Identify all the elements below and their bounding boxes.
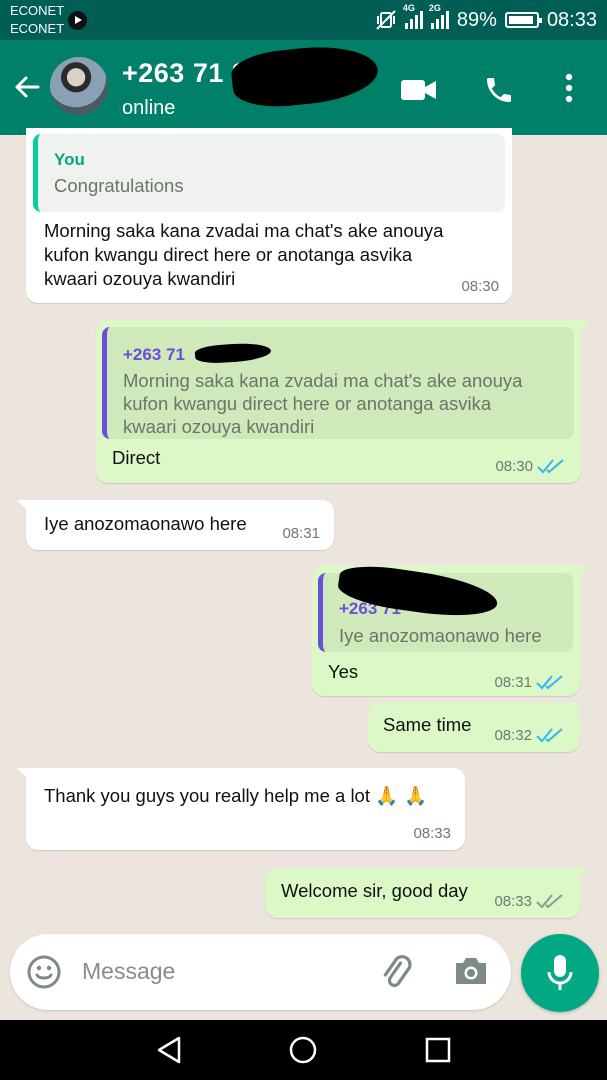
attach-icon[interactable] — [376, 952, 416, 992]
message-composer[interactable]: Message — [10, 934, 511, 1010]
battery-icon — [504, 12, 542, 28]
play-notification-icon — [68, 11, 87, 30]
status-indicators: 4G 2G 89% 08:33 — [375, 3, 597, 34]
message-time: 08:31 — [494, 674, 532, 691]
message-outgoing-4[interactable]: Welcome sir, good day 08:33 — [265, 868, 589, 918]
avatar[interactable] — [50, 57, 108, 115]
status-bar: ECONET ECONET 4G 2G 89% 08:33 — [0, 0, 607, 40]
nav-home-icon[interactable] — [288, 1035, 318, 1065]
quote-text: Congratulations — [54, 175, 184, 196]
video-call-icon[interactable] — [400, 77, 438, 103]
message-outgoing-1[interactable]: +263 71 Morning saka kana zvadai ma chat… — [96, 320, 590, 483]
more-vert-icon[interactable] — [561, 73, 577, 103]
message-time: 08:30 — [495, 458, 533, 475]
nav-recents-icon[interactable] — [424, 1036, 452, 1064]
message-time: 08:30 — [461, 278, 499, 295]
carrier-label-1: ECONET — [10, 3, 65, 18]
praying-hands-emoji: 🙏 🙏 — [375, 786, 428, 807]
message-text: Direct — [112, 447, 161, 468]
back-arrow-icon[interactable] — [12, 72, 42, 102]
message-text: Welcome sir, good day — [281, 880, 468, 901]
contact-name[interactable]: +263 71 8 — [122, 58, 247, 89]
mic-button[interactable] — [521, 934, 599, 1012]
redaction-mark — [194, 341, 272, 365]
signal-bars-1-icon: 4G — [403, 3, 423, 29]
message-incoming-1[interactable]: You Congratulations Morning saka kana zv… — [26, 128, 512, 303]
carrier-label-2: ECONET — [10, 21, 65, 36]
message-incoming-2[interactable]: Iye anozomaonawo here 08:31 — [17, 500, 334, 550]
nav-back-icon[interactable] — [154, 1035, 184, 1065]
message-text: Thank you guys you really help me a lot … — [44, 785, 428, 807]
quote-author: You — [54, 150, 85, 169]
system-nav-bar — [0, 1020, 607, 1080]
quote-text: Iye anozomaonawo here — [339, 625, 542, 646]
read-receipt-icon — [536, 675, 563, 690]
quoted-message[interactable]: You Congratulations — [33, 134, 505, 212]
battery-percent: 89% — [456, 8, 497, 31]
signal-bars-2-icon: 2G — [429, 3, 449, 29]
message-outgoing-3[interactable]: Same time 08:32 — [368, 702, 580, 752]
quote-text: Morning saka kana zvadai ma chat's ake a… — [123, 370, 523, 437]
redaction-mark — [229, 40, 381, 112]
vibrate-off-icon — [376, 10, 396, 30]
delivered-receipt-icon — [536, 894, 563, 909]
contact-status: online — [122, 97, 176, 119]
message-text: Same time — [383, 714, 472, 735]
quote-author: +263 71 — [123, 345, 185, 364]
message-time: 08:31 — [282, 525, 320, 542]
chat-header: +263 71 8 online — [0, 40, 607, 135]
message-time: 08:32 — [494, 727, 532, 744]
message-outgoing-2[interactable]: +263 71 Iye anozomaonawo here Yes 08:31 — [312, 561, 589, 696]
read-receipt-icon — [536, 728, 563, 743]
phone-icon[interactable] — [483, 74, 515, 106]
message-text: Iye anozomaonawo here — [44, 513, 247, 534]
clock: 08:33 — [546, 8, 597, 31]
emoji-icon[interactable] — [26, 954, 62, 990]
mic-icon — [547, 955, 573, 990]
message-input[interactable]: Message — [82, 958, 175, 985]
quoted-message[interactable]: +263 71 Morning saka kana zvadai ma chat… — [102, 327, 574, 439]
message-incoming-3[interactable]: Thank you guys you really help me a lot … — [17, 768, 465, 850]
read-receipt-icon — [537, 459, 564, 474]
camera-icon[interactable] — [452, 954, 490, 988]
message-time: 08:33 — [413, 825, 451, 842]
message-time: 08:33 — [494, 893, 532, 910]
message-text: Morning saka kana zvadai ma chat's ake a… — [44, 220, 444, 289]
message-text: Yes — [328, 661, 359, 682]
